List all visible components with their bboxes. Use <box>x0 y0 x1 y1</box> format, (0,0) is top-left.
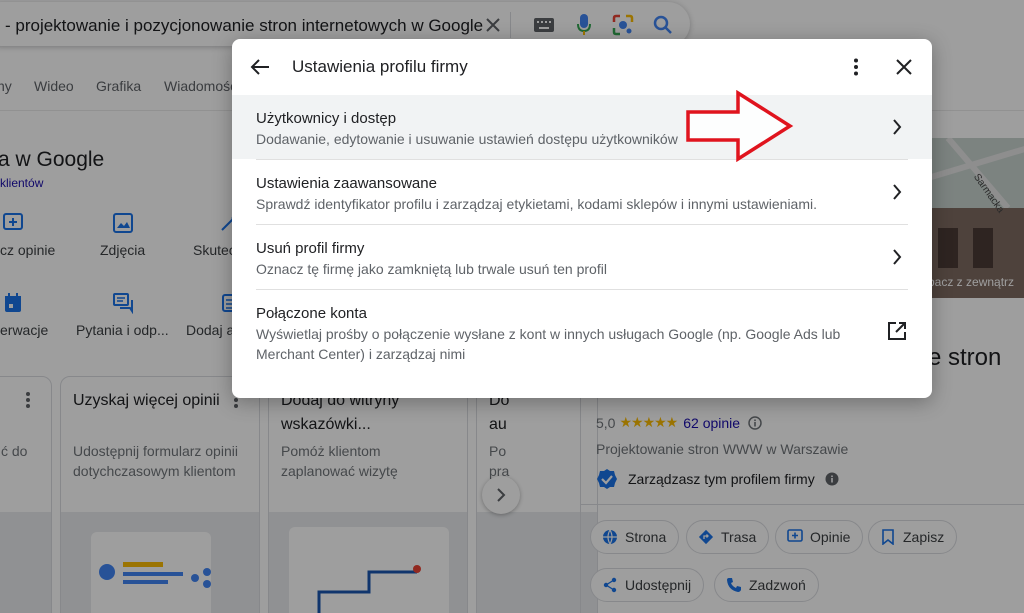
menu-item-users-access[interactable]: Użytkownicy i dostęp Dodawanie, edytowan… <box>232 95 932 159</box>
menu-item-delete-profile[interactable]: Usuń profil firmy Oznacz tę firmę jako z… <box>232 225 932 289</box>
dialog-header: Ustawienia profilu firmy <box>232 39 932 95</box>
more-vert-icon <box>854 58 858 76</box>
chevron-right-icon <box>886 246 908 268</box>
menu-item-linked-accounts[interactable]: Połączone konta Wyświetlaj prośby o połą… <box>232 290 932 380</box>
menu-item-desc: Oznacz tę firmę jako zamkniętą lub trwal… <box>256 261 607 277</box>
chevron-right-icon <box>886 116 908 138</box>
open-in-new-icon <box>886 320 908 342</box>
chevron-right-icon <box>886 181 908 203</box>
dialog-title: Ustawienia profilu firmy <box>292 57 468 76</box>
menu-item-label: Połączone konta <box>256 305 367 322</box>
menu-item-label: Ustawienia zaawansowane <box>256 175 437 192</box>
menu-item-label: Usuń profil firmy <box>256 240 365 257</box>
menu-item-desc: Sprawdź identyfikator profilu i zarządza… <box>256 196 818 212</box>
menu-item-label: Użytkownicy i dostęp <box>256 110 397 127</box>
menu-item-desc: Wyświetlaj prośby o połączenie wysłane z… <box>256 326 841 362</box>
close-icon <box>896 59 912 75</box>
menu-item-desc: Dodawanie, edytowanie i usuwanie ustawie… <box>256 131 678 147</box>
more-options-button[interactable] <box>842 53 870 81</box>
arrow-back-icon <box>250 59 269 75</box>
menu-item-advanced-settings[interactable]: Ustawienia zaawansowane Sprawdź identyfi… <box>232 160 932 224</box>
close-button[interactable] <box>890 53 918 81</box>
business-profile-settings-dialog: Ustawienia profilu firmy Użytkownicy i d… <box>232 39 932 398</box>
back-button[interactable] <box>246 53 274 81</box>
annotation-arrow-icon <box>686 90 794 162</box>
